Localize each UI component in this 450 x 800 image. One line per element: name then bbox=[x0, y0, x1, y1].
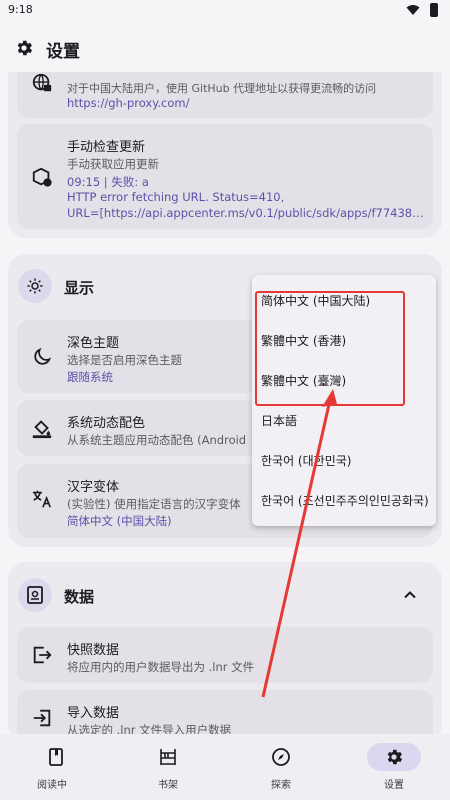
status-time: 9:18 bbox=[8, 3, 33, 16]
dynamic-color-subtitle: 从系统主题应用动态配色 (Android bbox=[67, 433, 247, 447]
han-variant-subtitle: (实验性) 使用指定语言的汉字变体 bbox=[67, 497, 241, 511]
dark-theme-subtitle: 选择是否启用深色主题 bbox=[67, 353, 182, 367]
data-box-icon bbox=[27, 586, 43, 604]
nav-explore[interactable]: 探索 bbox=[225, 734, 337, 800]
proxy-url: https://gh-proxy.com/ bbox=[67, 96, 190, 110]
gear-icon bbox=[387, 749, 403, 765]
dark-theme-value: 跟随系统 bbox=[67, 370, 113, 384]
battery-icon bbox=[430, 3, 438, 17]
bookshelf-icon bbox=[160, 749, 176, 765]
proxy-setting-card[interactable]: 对于中国大陆用户，使用 GitHub 代理地址以获得更流畅的访问 https:/… bbox=[17, 72, 433, 118]
proxy-description: 对于中国大陆用户，使用 GitHub 代理地址以获得更流畅的访问 bbox=[67, 82, 377, 95]
snapshot-title: 快照数据 bbox=[67, 643, 120, 658]
bottom-navigation: 阅读中 书架 探索 设置 bbox=[0, 734, 450, 800]
update-error-line-2: URL=[https://api.appcenter.ms/v0.1/publi… bbox=[67, 206, 424, 220]
moon-icon bbox=[34, 347, 52, 365]
menu-item-ko-kp[interactable]: 한국어 (조선민주주의인민공화국) bbox=[252, 481, 436, 521]
brightness-icon bbox=[27, 278, 43, 294]
book-icon bbox=[49, 748, 63, 766]
import-title: 导入数据 bbox=[67, 706, 120, 721]
menu-item-ko-kr[interactable]: 한국어 (대한민국) bbox=[252, 441, 436, 481]
update-status: 09:15 | 失败: a bbox=[67, 175, 149, 189]
nav-label-settings: 设置 bbox=[384, 780, 404, 791]
top-app-bar: 设置 bbox=[0, 28, 450, 72]
nav-label-explore: 探索 bbox=[271, 780, 291, 791]
nav-reading[interactable]: 阅读中 bbox=[0, 734, 112, 800]
import-icon bbox=[33, 709, 51, 727]
display-section-title: 显示 bbox=[64, 279, 95, 297]
language-dropdown-menu: 简体中文 (中国大陆) 繁體中文 (香港) 繁體中文 (臺灣) 日本語 한국어 … bbox=[252, 275, 436, 526]
han-variant-value: 简体中文 (中国大陆) bbox=[67, 514, 172, 528]
nav-label-reading: 阅读中 bbox=[37, 780, 67, 791]
update-box-icon bbox=[32, 167, 52, 187]
han-variant-title: 汉字变体 bbox=[67, 480, 120, 495]
nav-label-bookshelf: 书架 bbox=[158, 780, 178, 791]
snapshot-data-card[interactable]: 快照数据 将应用内的用户数据导出为 .lnr 文件 bbox=[17, 627, 433, 683]
menu-item-zh-hk[interactable]: 繁體中文 (香港) bbox=[252, 321, 436, 361]
snapshot-subtitle: 将应用内的用户数据导出为 .lnr 文件 bbox=[67, 660, 255, 674]
menu-item-zh-cn[interactable]: 简体中文 (中国大陆) bbox=[252, 281, 436, 321]
export-icon bbox=[33, 646, 52, 664]
update-title: 手动检查更新 bbox=[67, 140, 146, 155]
paint-bucket-icon bbox=[32, 420, 52, 439]
menu-item-ja-jp[interactable]: 日本語 bbox=[252, 401, 436, 441]
page-title: 设置 bbox=[46, 42, 80, 62]
compass-icon bbox=[272, 748, 290, 766]
gear-icon bbox=[17, 40, 33, 56]
data-section-title: 数据 bbox=[64, 588, 95, 606]
check-update-card[interactable]: 手动检查更新 手动获取应用更新 09:15 | 失败: a HTTP error… bbox=[17, 124, 433, 229]
chevron-up-icon[interactable] bbox=[402, 587, 418, 603]
menu-item-zh-tw[interactable]: 繁體中文 (臺灣) bbox=[252, 361, 436, 401]
update-subtitle: 手动获取应用更新 bbox=[67, 157, 159, 171]
translate-icon bbox=[32, 490, 52, 508]
dark-theme-title: 深色主题 bbox=[67, 336, 120, 351]
wifi-icon bbox=[406, 5, 420, 15]
nav-settings[interactable]: 设置 bbox=[338, 734, 450, 800]
globe-lock-icon bbox=[32, 73, 52, 92]
dynamic-color-title: 系统动态配色 bbox=[67, 416, 146, 431]
update-error-line-1: HTTP error fetching URL. Status=410, bbox=[67, 190, 285, 204]
status-bar: 9:18 bbox=[0, 0, 450, 22]
nav-bookshelf[interactable]: 书架 bbox=[112, 734, 224, 800]
